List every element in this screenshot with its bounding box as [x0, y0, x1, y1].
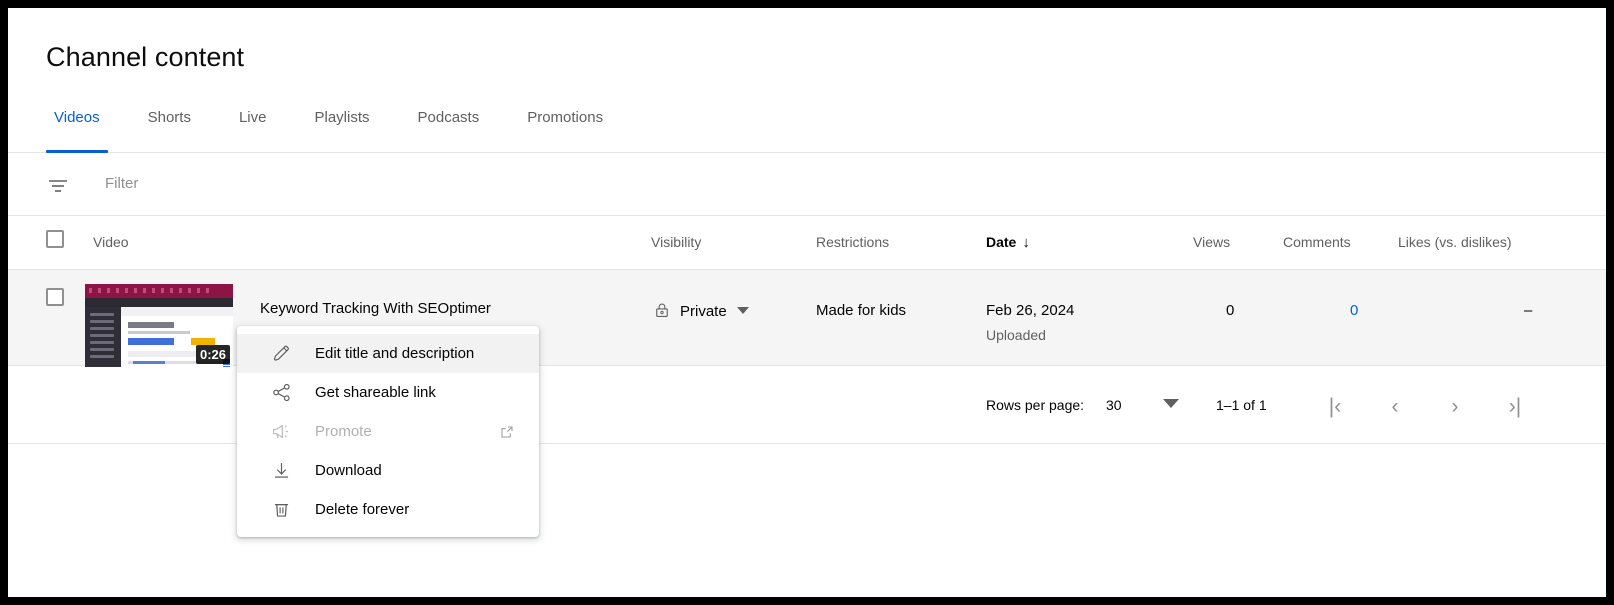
menu-item-label: Get shareable link	[315, 384, 436, 401]
menu-item-label: Edit title and description	[315, 345, 474, 362]
pencil-icon	[269, 342, 293, 366]
menu-item-edit-title-and-description[interactable]: Edit title and description	[237, 334, 539, 373]
column-header-date-label: Date	[986, 234, 1016, 250]
external-link-icon	[499, 424, 515, 440]
chevron-down-icon[interactable]	[736, 303, 750, 320]
download-icon	[269, 459, 293, 483]
thumbnail-sidebar	[85, 307, 121, 367]
thumbnail-topbar	[85, 284, 233, 298]
row-select-checkbox[interactable]	[46, 288, 64, 306]
views-value: 0	[1226, 302, 1234, 319]
restrictions-value: Made for kids	[816, 302, 906, 319]
content-tabs: Videos Shorts Live Playlists Podcasts Pr…	[8, 105, 1606, 153]
column-header-likes: Likes (vs. dislikes)	[1398, 234, 1512, 250]
tab-label: Playlists	[314, 109, 369, 126]
sort-descending-icon: ↓	[1022, 234, 1030, 251]
channel-content-page: Channel content Videos Shorts Live Playl…	[8, 8, 1606, 597]
date-value: Feb 26, 2024	[986, 302, 1074, 319]
page-title: Channel content	[46, 42, 244, 73]
tab-promotions[interactable]: Promotions	[511, 105, 619, 153]
trash-icon	[269, 498, 293, 522]
likes-value: –	[1524, 302, 1532, 319]
filter-input[interactable]: Filter	[105, 175, 138, 192]
tab-label: Live	[239, 109, 267, 126]
menu-item-promote: Promote	[237, 412, 539, 451]
menu-item-download[interactable]: Download	[237, 451, 539, 490]
tab-label: Podcasts	[418, 109, 480, 126]
share-icon	[269, 381, 293, 405]
video-thumbnail[interactable]: 0:26	[85, 284, 233, 367]
tab-label: Videos	[54, 109, 100, 126]
video-duration: 0:26	[196, 345, 230, 364]
comments-value[interactable]: 0	[1350, 302, 1358, 319]
video-title[interactable]: Keyword Tracking With SEOptimer	[260, 300, 491, 317]
tab-label: Promotions	[527, 109, 603, 126]
table-header-row: Video Visibility Restrictions Date ↓ View…	[8, 217, 1606, 270]
column-header-comments: Comments	[1283, 234, 1351, 250]
rows-per-page-dropdown-icon[interactable]	[1163, 399, 1179, 408]
date-type-label: Uploaded	[986, 327, 1046, 343]
rows-per-page-label: Rows per page:	[986, 397, 1084, 413]
pagination-range: 1–1 of 1	[1216, 397, 1267, 413]
last-page-button[interactable]: ›|	[1495, 390, 1535, 424]
select-all-checkbox[interactable]	[46, 230, 64, 248]
column-header-restrictions: Restrictions	[816, 234, 889, 250]
tab-shorts[interactable]: Shorts	[132, 105, 207, 153]
tab-label: Shorts	[148, 109, 191, 126]
next-page-button[interactable]: ›	[1435, 390, 1475, 424]
visibility-value: Private	[680, 303, 727, 320]
first-page-button[interactable]: |‹	[1315, 390, 1355, 424]
filter-bar: Filter	[8, 154, 1606, 216]
tab-live[interactable]: Live	[223, 105, 283, 153]
previous-page-button[interactable]: ‹	[1375, 390, 1415, 424]
column-header-views: Views	[1193, 234, 1230, 250]
menu-item-label: Download	[315, 462, 382, 479]
column-header-visibility: Visibility	[651, 234, 701, 250]
thumbnail-subbar	[85, 298, 233, 307]
tab-videos[interactable]: Videos	[38, 105, 116, 153]
menu-item-label: Promote	[315, 423, 372, 440]
menu-item-label: Delete forever	[315, 501, 409, 518]
rows-per-page-value[interactable]: 30	[1106, 397, 1122, 413]
lock-icon	[653, 301, 671, 322]
tab-podcasts[interactable]: Podcasts	[402, 105, 496, 153]
menu-item-get-shareable-link[interactable]: Get shareable link	[237, 373, 539, 412]
visibility-selector[interactable]: Private	[653, 301, 750, 322]
column-header-date[interactable]: Date ↓	[986, 234, 1030, 251]
filter-icon[interactable]	[46, 174, 70, 198]
megaphone-icon	[269, 420, 293, 444]
video-options-menu: Edit title and description Get shareable…	[237, 326, 539, 537]
tab-playlists[interactable]: Playlists	[298, 105, 385, 153]
menu-item-delete-forever[interactable]: Delete forever	[237, 490, 539, 529]
column-header-video: Video	[93, 234, 129, 250]
